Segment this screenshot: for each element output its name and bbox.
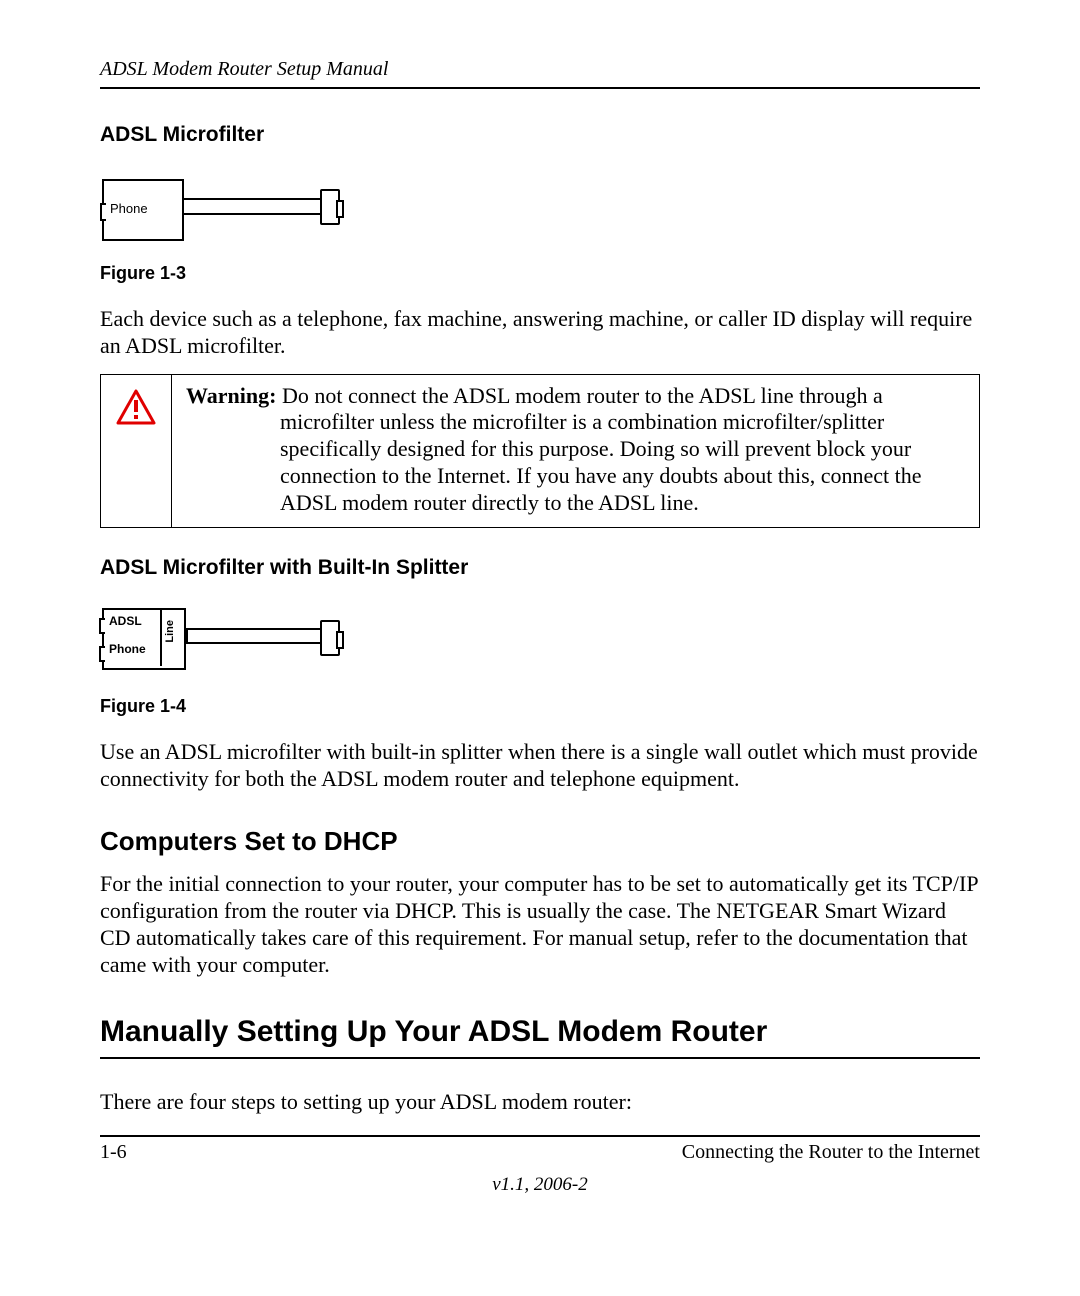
page-footer: 1-6 Connecting the Router to the Interne… — [100, 1135, 980, 1196]
microfilter-phone-label: Phone — [110, 201, 148, 216]
section-heading-manual-setup: Manually Setting Up Your ADSL Modem Rout… — [100, 1015, 980, 1059]
cable-line — [186, 642, 321, 644]
rj11-plug-icon — [320, 620, 340, 656]
body-paragraph: Use an ADSL microfilter with built-in sp… — [100, 739, 980, 793]
figure-caption: Figure 1-4 — [100, 696, 980, 717]
splitter-line-label: Line — [164, 620, 176, 643]
running-header: ADSL Modem Router Setup Manual — [100, 58, 980, 89]
splitter-divider — [160, 608, 162, 666]
figure-1-3-microfilter: Phone — [100, 173, 340, 243]
cable-end — [186, 628, 188, 644]
splitter-adsl-label: ADSL — [109, 614, 142, 628]
page-number: 1-6 — [100, 1141, 127, 1164]
figure-caption: Figure 1-3 — [100, 263, 980, 284]
warning-body: Do not connect the ADSL modem router to … — [280, 383, 921, 515]
body-paragraph: Each device such as a telephone, fax mac… — [100, 306, 980, 360]
chapter-title: Connecting the Router to the Internet — [682, 1141, 980, 1164]
warning-callout: Warning: Do not connect the ADSL modem r… — [100, 374, 980, 528]
section-heading-microfilter-splitter: ADSL Microfilter with Built-In Splitter — [100, 556, 980, 580]
body-paragraph: There are four steps to setting up your … — [100, 1089, 980, 1116]
body-paragraph: For the initial connection to your route… — [100, 871, 980, 978]
cable-line — [182, 198, 322, 200]
rj11-plug-icon — [320, 189, 340, 225]
warning-text: Warning: Do not connect the ADSL modem r… — [172, 375, 979, 527]
doc-version: v1.1, 2006-2 — [100, 1174, 980, 1196]
figure-1-4-microfilter-splitter: ADSL Phone Line — [100, 606, 340, 676]
warning-icon-cell — [101, 375, 172, 527]
warning-label: Warning: — [186, 383, 276, 408]
cable-line — [182, 213, 322, 215]
section-heading-adsl-microfilter: ADSL Microfilter — [100, 123, 980, 147]
cable-line — [186, 628, 321, 630]
cable-end — [182, 198, 184, 215]
section-heading-dhcp: Computers Set to DHCP — [100, 826, 980, 857]
splitter-phone-label: Phone — [109, 642, 146, 656]
warning-triangle-icon — [116, 389, 156, 425]
